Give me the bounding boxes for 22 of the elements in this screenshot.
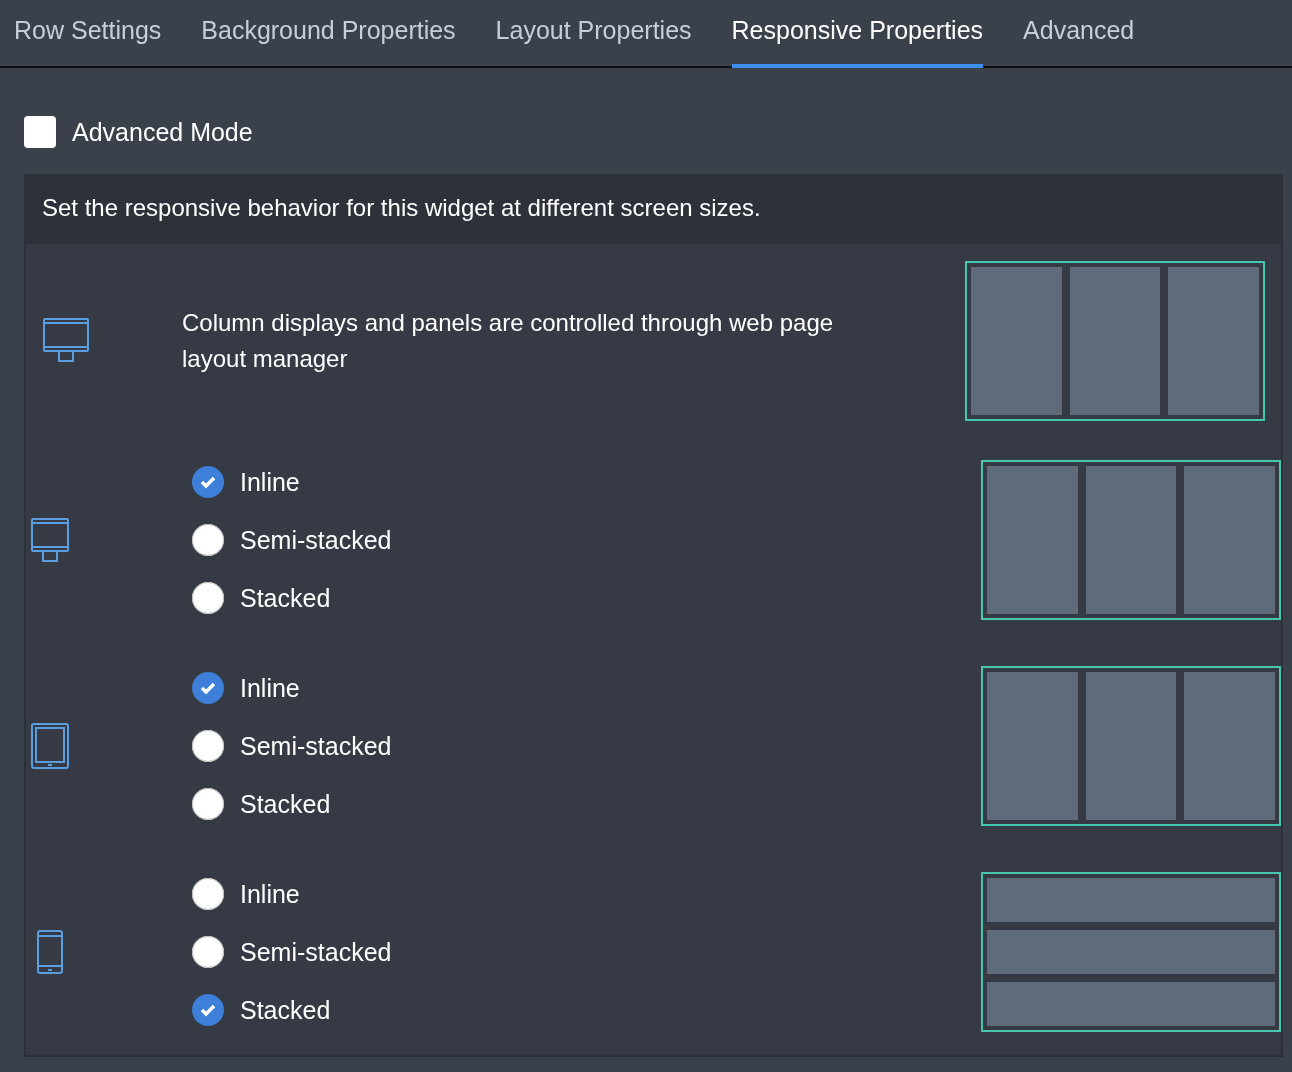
radio-option[interactable]: Stacked (192, 787, 965, 821)
radio-option[interactable]: Stacked (192, 993, 965, 1027)
description-banner: Set the responsive behavior for this widget at different screen sizes. (26, 174, 1281, 244)
radio-option[interactable]: Semi-stacked (192, 729, 965, 763)
radio-option[interactable]: Stacked (192, 581, 965, 615)
monitor-icon (30, 517, 70, 563)
radio-option[interactable]: Inline (192, 877, 965, 911)
radio-option[interactable]: Inline (192, 465, 965, 499)
phone-icon (36, 929, 64, 975)
tab[interactable]: Responsive Properties (731, 0, 984, 68)
tab[interactable]: Background Properties (201, 0, 456, 68)
tablet-icon (30, 722, 70, 770)
radio-option[interactable]: Inline (192, 671, 965, 705)
tab[interactable]: Row Settings (14, 0, 162, 68)
checkbox[interactable] (24, 116, 56, 148)
tab[interactable]: Layout Properties (495, 0, 692, 68)
tab[interactable]: Advanced (1023, 0, 1135, 68)
radio-option[interactable]: Semi-stacked (192, 523, 965, 557)
checkbox-label: Advanced Mode (72, 117, 253, 147)
radio-option[interactable]: Semi-stacked (192, 935, 965, 969)
monitor-icon (42, 316, 90, 365)
info-text: Column displays and panels are controlled through web page layout manager (182, 307, 835, 374)
